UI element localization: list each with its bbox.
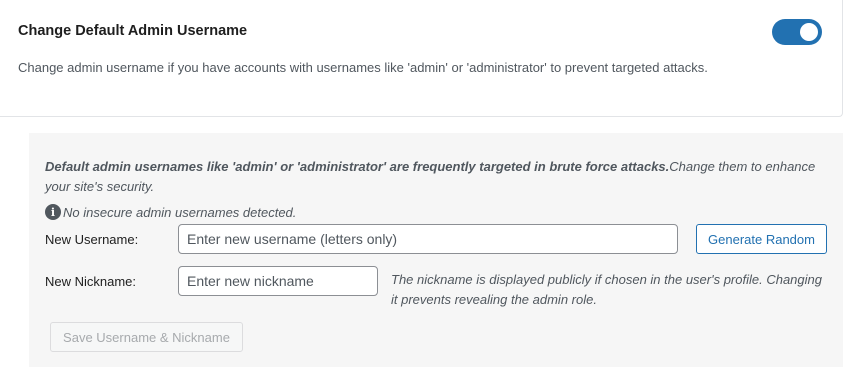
- card-description: Change admin username if you have accoun…: [18, 60, 708, 75]
- nickname-label: New Nickname:: [45, 274, 137, 289]
- card-title: Change Default Admin Username: [18, 23, 248, 39]
- save-username-button[interactable]: Save Username & Nickname: [50, 322, 243, 352]
- username-label: New Username:: [45, 232, 139, 247]
- settings-card: Change Default Admin Username Change adm…: [0, 0, 843, 117]
- status-message: i No insecure admin usernames detected.: [45, 204, 296, 220]
- toggle-knob: [800, 23, 818, 41]
- status-text: No insecure admin usernames detected.: [63, 204, 297, 220]
- security-notice: Default admin usernames like 'admin' or …: [45, 157, 825, 197]
- feature-toggle[interactable]: [772, 19, 822, 45]
- nickname-hint: The nickname is displayed publicly if ch…: [391, 272, 822, 307]
- username-settings-panel: Default admin usernames like 'admin' or …: [29, 133, 843, 367]
- generate-random-button[interactable]: Generate Random: [696, 224, 827, 254]
- new-nickname-input[interactable]: [178, 266, 378, 296]
- new-username-input[interactable]: [178, 224, 678, 254]
- info-icon: i: [45, 204, 61, 220]
- notice-bold: Default admin usernames like 'admin' or …: [45, 159, 670, 174]
